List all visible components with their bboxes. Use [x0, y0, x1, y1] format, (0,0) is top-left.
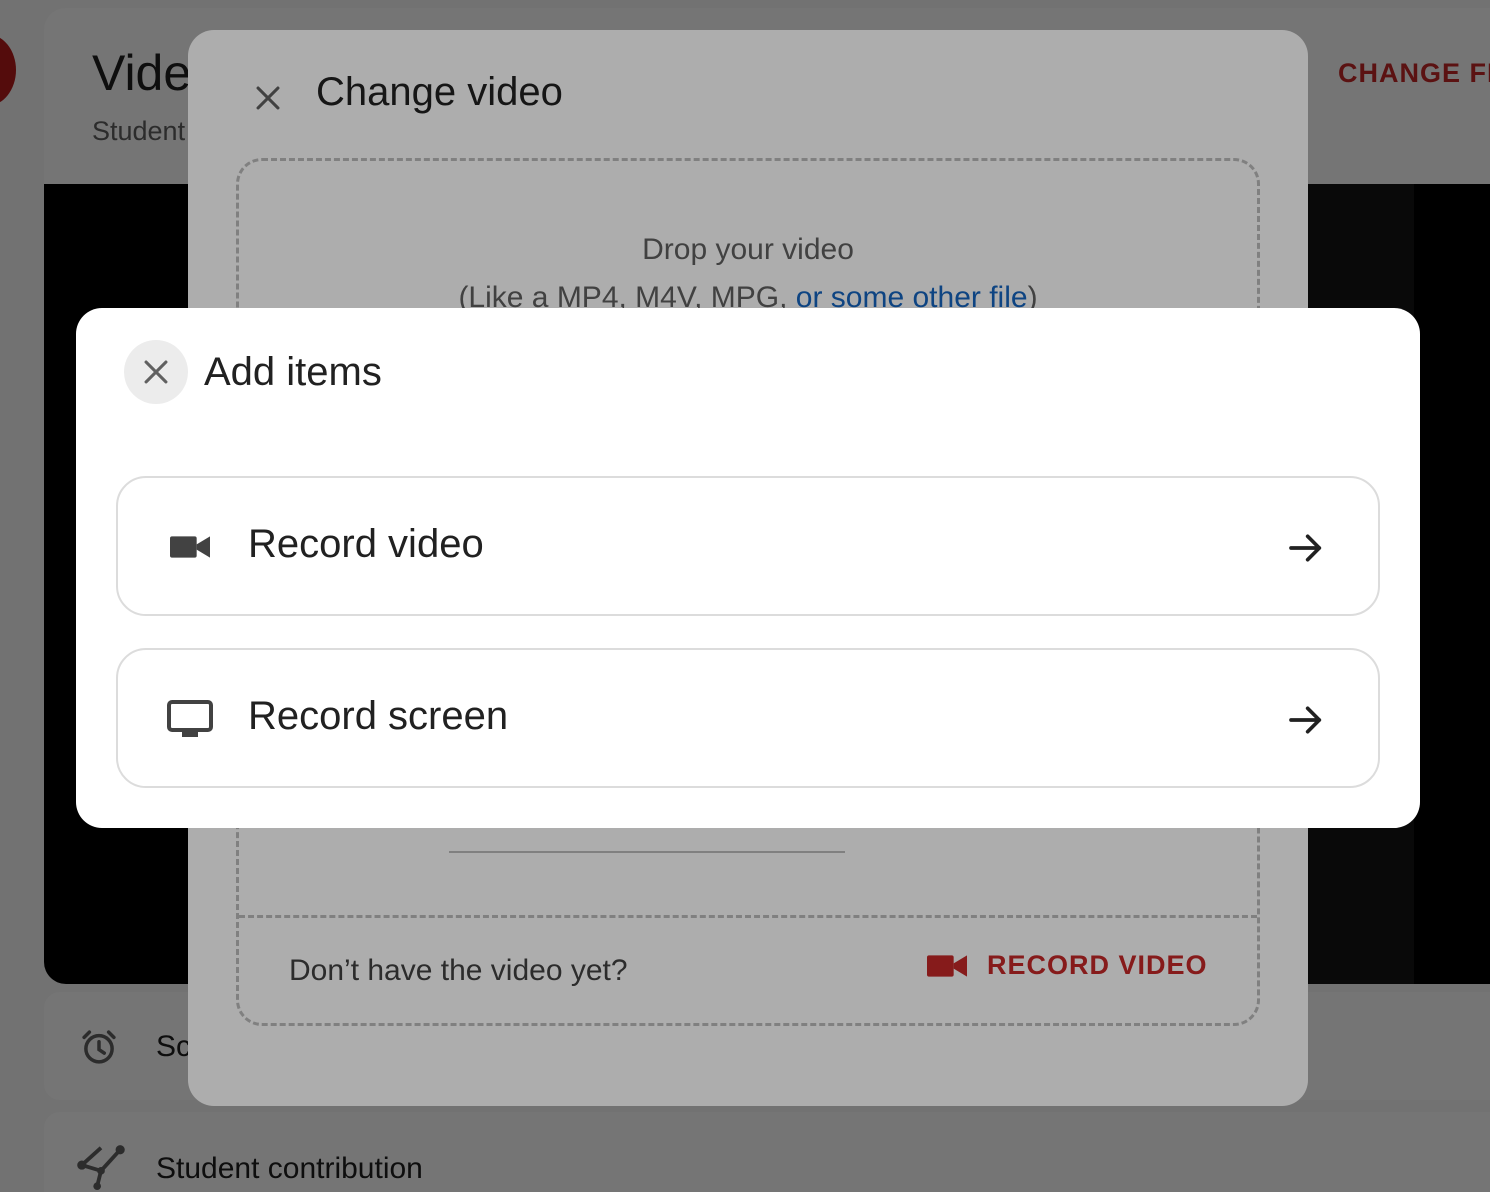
- app-stage: Vide Student CHANGE FI Sc Student contri…: [0, 0, 1490, 1192]
- add-items-dialog: Add items Record video Record screen: [76, 308, 1420, 828]
- record-screen-option-label: Record screen: [248, 694, 509, 738]
- add-items-close-button[interactable]: [124, 340, 188, 404]
- arrow-right-icon: [1289, 706, 1322, 734]
- record-video-option-label: Record video: [248, 522, 484, 566]
- close-icon: [144, 360, 168, 384]
- record-screen-option[interactable]: Record screen: [116, 648, 1380, 788]
- add-items-title: Add items: [204, 350, 382, 394]
- arrow-right-icon: [1289, 534, 1322, 562]
- record-video-option[interactable]: Record video: [116, 476, 1380, 616]
- monitor-icon: [166, 698, 214, 740]
- videocam-icon: [166, 526, 214, 568]
